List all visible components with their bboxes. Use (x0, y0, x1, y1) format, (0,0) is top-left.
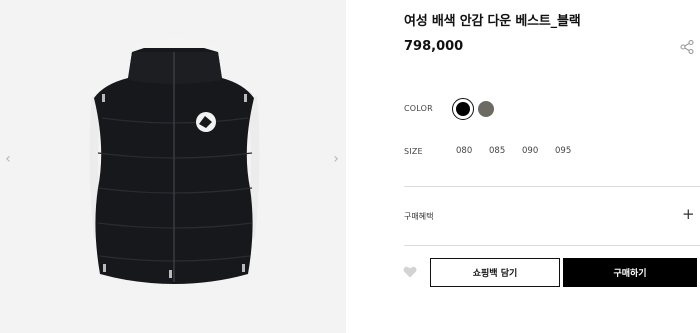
chevron-right-icon[interactable]: › (330, 151, 342, 167)
product-image-gallery: ‹ › (0, 0, 346, 333)
chevron-left-icon[interactable]: ‹ (2, 151, 14, 167)
product-info-panel: 여성 배색 안감 다운 베스트_블랙 798,000 COLOR SIZE 08… (346, 0, 700, 333)
divider (404, 245, 700, 246)
heart-icon[interactable] (403, 266, 417, 278)
size-option-090[interactable]: 090 (522, 146, 555, 156)
product-image (89, 38, 260, 284)
product-price: 798,000 (404, 39, 464, 54)
size-label: SIZE (404, 147, 423, 156)
size-option-080[interactable]: 080 (456, 146, 489, 156)
share-icon[interactable] (680, 40, 694, 54)
product-title: 여성 배색 안감 다운 베스트_블랙 (404, 14, 581, 29)
color-dot-black (456, 102, 470, 116)
buy-now-button[interactable]: 구매하기 (563, 258, 697, 287)
color-swatch-gray[interactable] (478, 101, 494, 117)
color-swatch-black[interactable] (452, 98, 474, 120)
add-to-cart-button[interactable]: 쇼핑백 담기 (430, 258, 560, 287)
size-options: 080 085 090 095 (456, 146, 588, 156)
plus-icon[interactable]: + (682, 207, 695, 222)
color-label: COLOR (404, 104, 433, 113)
size-option-095[interactable]: 095 (555, 146, 588, 156)
size-option-085[interactable]: 085 (489, 146, 522, 156)
purchase-benefit-label[interactable]: 구매혜택 (404, 211, 433, 222)
divider (404, 186, 700, 187)
